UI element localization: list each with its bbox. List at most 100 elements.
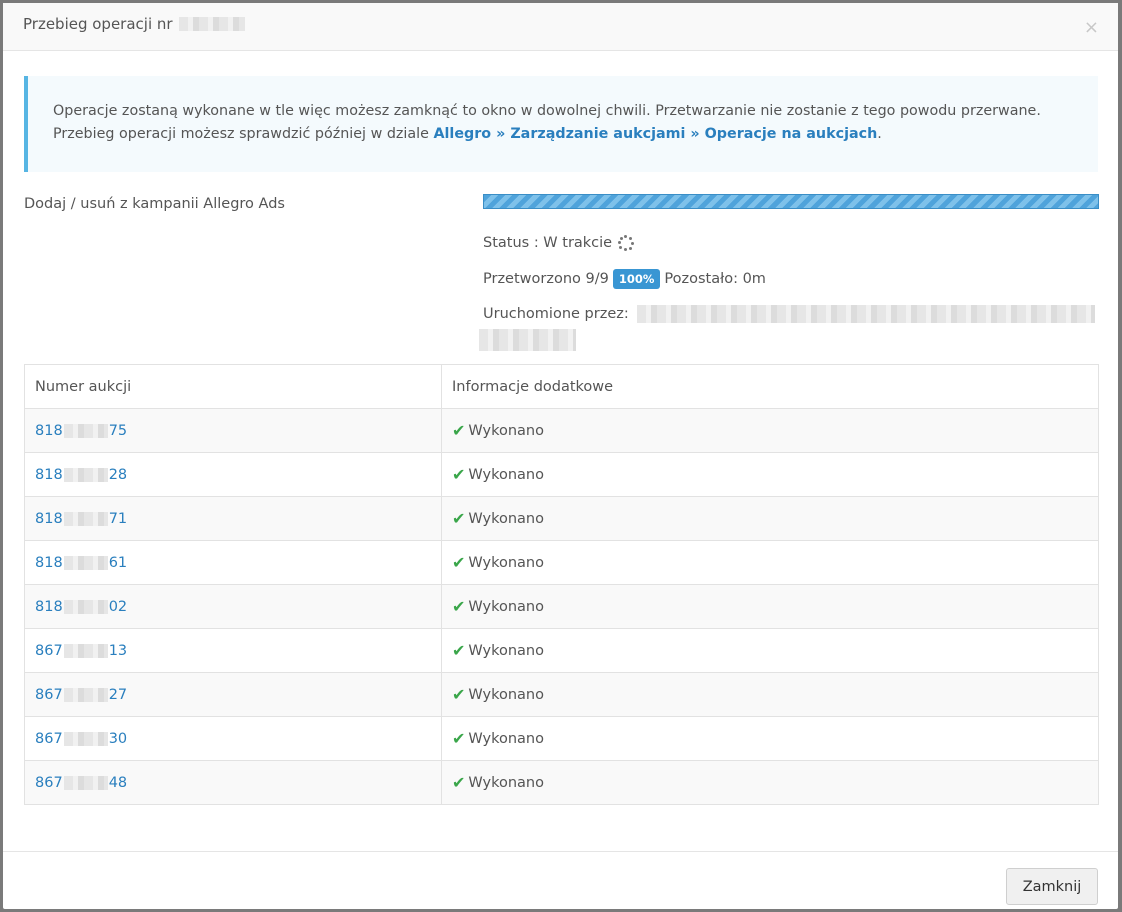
operation-progress-modal: Przebieg operacji nr × Operacje zostaną … [3,3,1118,909]
redacted-operation-number [178,17,245,31]
status-text: Status : W trakcie [483,235,613,251]
auction-number-cell: 818 75 [24,408,442,453]
table-row: 867 48 ✔ Wykonano [24,760,1099,805]
redacted-auction-digits [63,643,108,658]
table-row: 818 75 ✔ Wykonano [24,408,1099,453]
close-button[interactable]: Zamknij [1006,868,1098,905]
modal-footer: Zamknij [3,851,1118,909]
auction-number-suffix: 13 [108,642,128,659]
progress-section: Dodaj / usuń z kampanii Allegro Ads Stat… [24,172,1099,364]
redacted-auction-digits [63,775,108,790]
auction-link[interactable]: 818 75 [35,423,127,439]
check-icon: ✔ [452,553,466,572]
auctions-table: Numer aukcji Informacje dodatkowe 818 75 ✔… [24,364,1099,805]
info-cell: ✔ Wykonano [441,584,1099,629]
info-cell: ✔ Wykonano [441,452,1099,497]
auction-number-cell: 818 02 [24,584,442,629]
auction-number-prefix: 818 [35,598,63,615]
check-icon: ✔ [452,685,466,704]
auction-number-cell: 867 27 [24,672,442,717]
info-cell: ✔ Wykonano [441,672,1099,717]
column-header-additional-info: Informacje dodatkowe [441,364,1099,409]
processed-text: Przetworzono 9/9 [483,271,609,287]
info-status-text: Wykonano [468,554,544,571]
redacted-auction-digits [63,467,108,482]
modal-header: Przebieg operacji nr × [3,3,1118,51]
info-status-text: Wykonano [468,598,544,615]
auction-number-suffix: 61 [108,554,128,571]
auction-link[interactable]: 867 13 [35,643,127,659]
auction-number-cell: 818 28 [24,452,442,497]
progress-bar [483,194,1099,209]
redacted-auction-digits [63,423,108,438]
table-row: 818 28 ✔ Wykonano [24,452,1099,497]
auction-number-prefix: 818 [35,510,63,527]
auction-number-cell: 867 13 [24,628,442,673]
table-row: 867 13 ✔ Wykonano [24,628,1099,673]
info-cell: ✔ Wykonano [441,716,1099,761]
redacted-auction-digits [63,687,108,702]
table-row: 818 71 ✔ Wykonano [24,496,1099,541]
started-by-label: Uruchomione przez: [483,306,629,322]
close-icon[interactable]: × [1084,17,1099,38]
redacted-auction-digits [63,555,108,570]
info-status-text: Wykonano [468,730,544,747]
auction-number-suffix: 75 [108,422,128,439]
check-icon: ✔ [452,597,466,616]
check-icon: ✔ [452,641,466,660]
auction-link[interactable]: 867 30 [35,731,127,747]
redacted-auction-digits [63,511,108,526]
info-cell: ✔ Wykonano [441,496,1099,541]
redacted-auction-digits [63,599,108,614]
modal-title-text: Przebieg operacji nr [23,15,173,33]
info-status-text: Wykonano [468,510,544,527]
auction-number-prefix: 818 [35,422,63,439]
check-icon: ✔ [452,773,466,792]
operations-link[interactable]: Allegro » Zarządzanie aukcjami » Operacj… [433,126,877,142]
info-cell: ✔ Wykonano [441,540,1099,585]
auction-number-suffix: 48 [108,774,128,791]
info-cell: ✔ Wykonano [441,628,1099,673]
info-status-text: Wykonano [468,642,544,659]
processed-row: Przetworzono 9/9 100% Pozostało: 0m [483,269,766,289]
modal-body: Operacje zostaną wykonane w tle więc moż… [3,51,1118,805]
table-row: 818 02 ✔ Wykonano [24,584,1099,629]
auction-number-suffix: 30 [108,730,128,747]
operation-label: Dodaj / usuń z kampanii Allegro Ads [24,196,285,212]
table-row: 867 27 ✔ Wykonano [24,672,1099,717]
auction-number-suffix: 02 [108,598,128,615]
info-status-text: Wykonano [468,774,544,791]
auction-link[interactable]: 867 48 [35,775,127,791]
info-status-text: Wykonano [468,686,544,703]
auction-link[interactable]: 818 61 [35,555,127,571]
auction-number-prefix: 818 [35,466,63,483]
status-row: Status : W trakcie [483,235,635,251]
check-icon: ✔ [452,421,466,440]
auction-number-prefix: 867 [35,774,63,791]
percent-badge: 100% [612,269,661,289]
spinner-icon [618,235,635,251]
redacted-user-continued [479,329,576,351]
started-by-row: Uruchomione przez: [483,305,1095,323]
auction-link[interactable]: 818 02 [35,599,127,615]
column-header-auction-number: Numer aukcji [24,364,442,409]
auction-link[interactable]: 867 27 [35,687,127,703]
remaining-text: Pozostało: 0m [664,271,766,287]
auction-number-prefix: 867 [35,686,63,703]
auction-number-cell: 818 71 [24,496,442,541]
auction-link[interactable]: 818 28 [35,467,127,483]
table-row: 867 30 ✔ Wykonano [24,716,1099,761]
auction-number-suffix: 71 [108,510,128,527]
info-text-end: . [877,126,882,142]
redacted-auction-digits [63,731,108,746]
modal-title: Przebieg operacji nr [23,15,245,33]
auction-number-suffix: 27 [108,686,128,703]
auction-number-prefix: 867 [35,730,63,747]
auction-number-prefix: 867 [35,642,63,659]
info-cell: ✔ Wykonano [441,408,1099,453]
auction-number-prefix: 818 [35,554,63,571]
check-icon: ✔ [452,465,466,484]
auction-link[interactable]: 818 71 [35,511,127,527]
check-icon: ✔ [452,729,466,748]
auction-number-cell: 867 30 [24,716,442,761]
